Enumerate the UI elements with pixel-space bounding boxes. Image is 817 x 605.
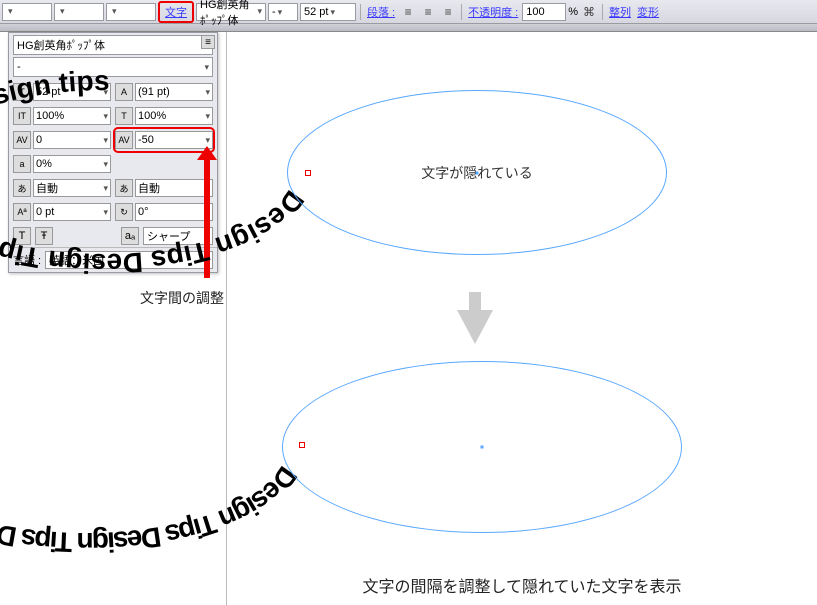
stroke-weight[interactable]: [106, 3, 156, 21]
vscale-field[interactable]: IT 100%: [13, 105, 111, 127]
align-center-icon[interactable]: ≡: [419, 3, 437, 21]
path-anchor[interactable]: [299, 442, 305, 448]
moji-menu[interactable]: 文字: [163, 7, 189, 19]
align-menu[interactable]: 整列: [607, 4, 633, 20]
figure1-caption: 文字が隠れている: [421, 163, 533, 183]
svg-text:Design Tips Design Tips Design: Design Tips Design Tips Design Tips Desi…: [0, 356, 303, 558]
panel-font-family[interactable]: HG創英角ﾎﾟｯﾌﾟ体: [13, 35, 213, 55]
character-panel: ≡ HG創英角ﾎﾟｯﾌﾟ体 - T 52 pt A (91 pt) IT 100…: [8, 32, 218, 273]
down-arrow-icon: [457, 310, 493, 344]
aa-icon[interactable]: aₐ: [121, 227, 139, 245]
rotate-field[interactable]: ↻ 0°: [115, 201, 213, 223]
auto-icon: あ: [115, 179, 133, 197]
font-family-select[interactable]: HG創英角ﾎﾟｯﾌﾟ体: [196, 3, 266, 21]
ellipse-path-2[interactable]: [282, 361, 682, 533]
divider: [360, 4, 361, 20]
sub-toolbar: [0, 24, 817, 32]
chevron-down-icon: [202, 61, 209, 73]
f-icon[interactable]: Ŧ: [35, 227, 53, 245]
baseline-pt-field[interactable]: Aª 0 pt: [13, 201, 111, 223]
font-style-select[interactable]: -: [268, 3, 298, 21]
opacity-input[interactable]: 100: [522, 3, 566, 21]
leading-field[interactable]: A (91 pt): [115, 81, 213, 103]
fill-swatch[interactable]: [2, 3, 52, 21]
vscale-icon: IT: [13, 107, 31, 125]
figure-1[interactable]: Design Tips Design Tips Design Tips Desi…: [267, 72, 687, 272]
path-anchor[interactable]: [305, 170, 311, 176]
hscale-icon: T: [115, 107, 133, 125]
auto1-field[interactable]: あ 自動: [13, 177, 111, 199]
kerning-icon: AV: [13, 131, 31, 149]
transform-menu[interactable]: 変形: [635, 4, 661, 20]
artboard[interactable]: Design Tips Design Tips Design Tips Desi…: [226, 32, 817, 605]
opacity-unit: %: [568, 6, 578, 18]
baseline-pct-icon: a: [13, 155, 31, 173]
stroke-swatch[interactable]: [54, 3, 104, 21]
align-right-icon[interactable]: ≡: [439, 3, 457, 21]
font-size-select[interactable]: 52 pt: [300, 3, 356, 21]
paragraph-menu[interactable]: 段落 :: [365, 4, 397, 20]
auto2-field[interactable]: あ 自動: [115, 177, 213, 199]
leading-icon: A: [115, 83, 133, 101]
kerning-field[interactable]: AV 0: [13, 129, 111, 151]
auto-icon: あ: [13, 179, 31, 197]
chain-icon[interactable]: ⌘: [580, 3, 598, 21]
align-left-icon[interactable]: ≡: [399, 3, 417, 21]
options-bar: 文字 HG創英角ﾎﾟｯﾌﾟ体 - 52 pt 段落 : ≡ ≡ ≡ 不透明度 :…: [0, 0, 817, 24]
moji-menu-highlight: 文字: [158, 1, 194, 23]
divider: [602, 4, 603, 20]
figure2-caption: 文字の間隔を調整して隠れていた文字を表示: [227, 573, 817, 597]
opacity-menu[interactable]: 不透明度 :: [466, 4, 520, 20]
baseline-shift-field[interactable]: a 0%: [13, 153, 111, 175]
tracking-icon: AV: [115, 131, 133, 149]
panel-menu-button[interactable]: ≡: [201, 35, 215, 49]
rotate-icon: ↻: [115, 203, 133, 221]
ellipse-path-1[interactable]: 文字が隠れている: [287, 90, 667, 255]
tracking-annotation-label: 文字間の調整: [140, 288, 224, 308]
figure-2[interactable]: Design Tips Design Tips Design Tips Desi…: [257, 342, 707, 552]
hscale-field[interactable]: T 100%: [115, 105, 213, 127]
baseline-icon: Aª: [13, 203, 31, 221]
divider: [461, 4, 462, 20]
